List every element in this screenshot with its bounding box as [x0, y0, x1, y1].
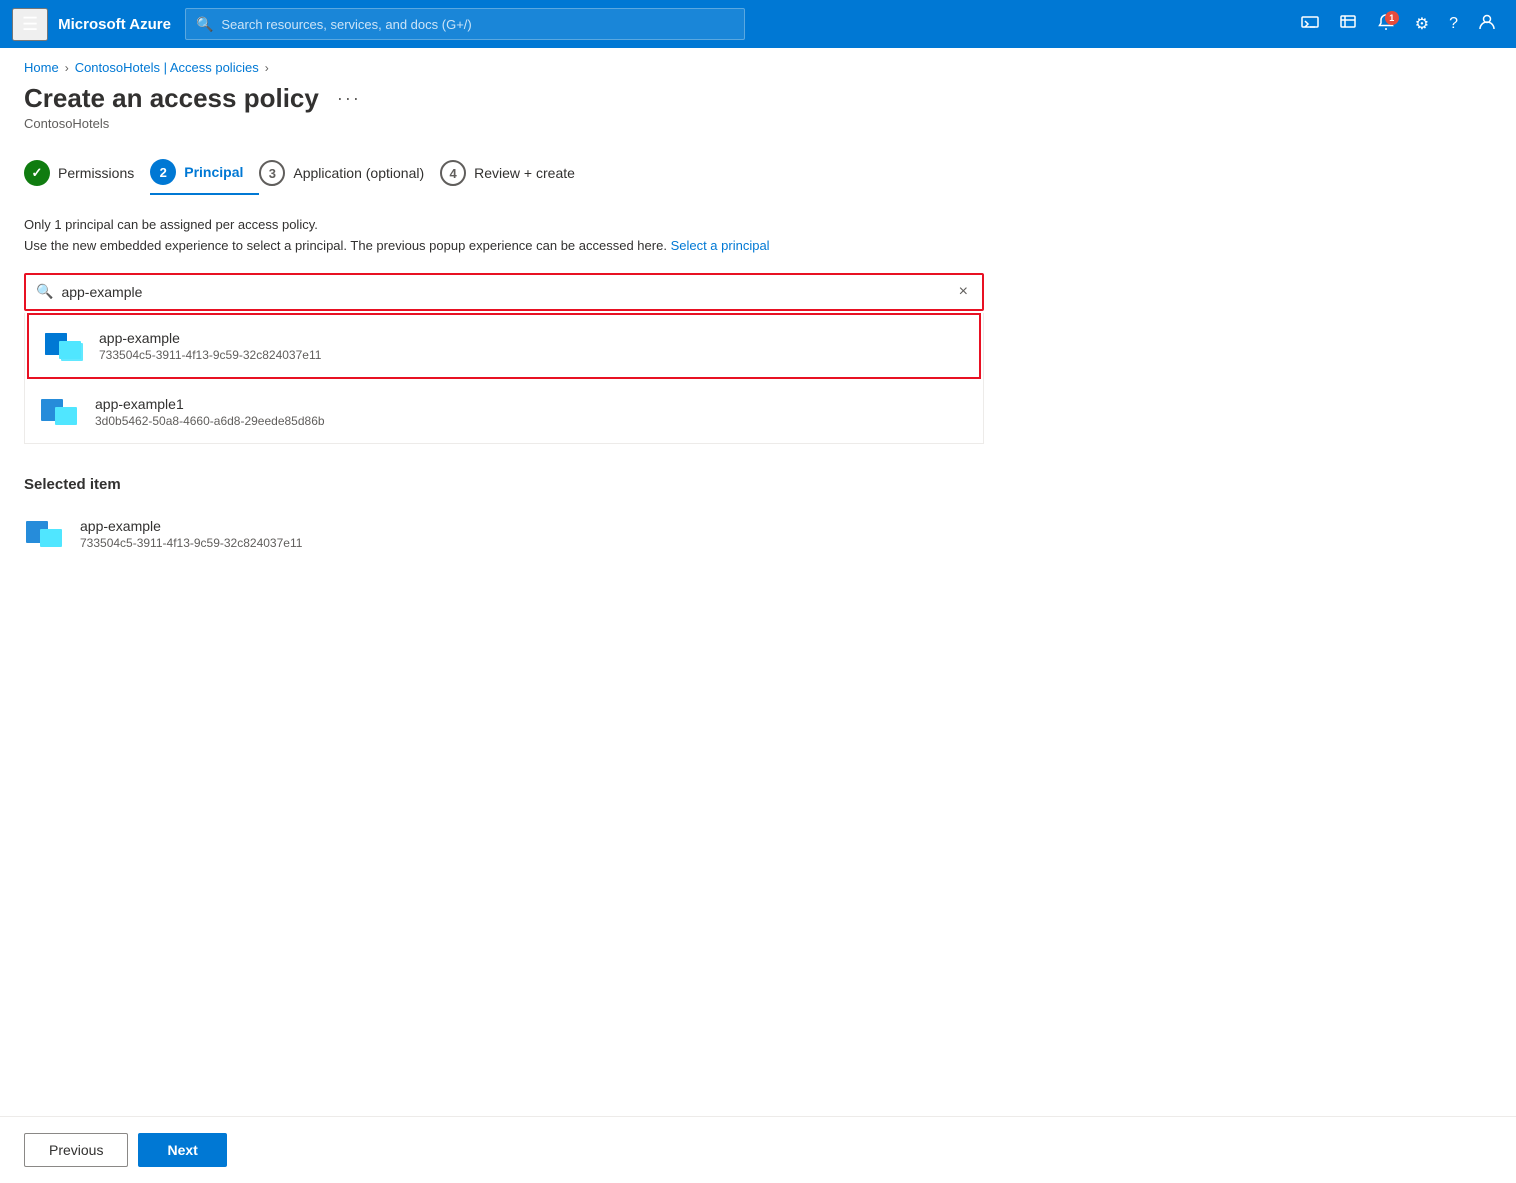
- select-principal-link[interactable]: Select a principal: [671, 238, 770, 253]
- breadcrumb: Home › ContosoHotels | Access policies ›: [0, 48, 1516, 75]
- selected-app-icon: [24, 513, 66, 555]
- step-label-1: Permissions: [58, 165, 134, 181]
- hamburger-menu-button[interactable]: ☰: [12, 8, 48, 41]
- page-header: Create an access policy ···: [0, 75, 1516, 114]
- wizard-step-permissions[interactable]: ✓ Permissions: [24, 152, 150, 194]
- breadcrumb-parent[interactable]: ContosoHotels | Access policies: [75, 60, 259, 75]
- search-clear-button[interactable]: ×: [955, 281, 972, 303]
- selected-item-id: 733504c5-3911-4f13-9c59-32c824037e11: [80, 536, 1492, 550]
- selected-item-info: app-example 733504c5-3911-4f13-9c59-32c8…: [80, 518, 1492, 550]
- top-navigation: ☰ Microsoft Azure 🔍 1 ⚙ ?: [0, 0, 1516, 48]
- global-search-box[interactable]: 🔍: [185, 8, 745, 40]
- step-circle-4: 4: [440, 160, 466, 186]
- breadcrumb-home[interactable]: Home: [24, 60, 59, 75]
- info-line-1: Only 1 principal can be assigned per acc…: [24, 215, 1492, 236]
- selected-item-name: app-example: [80, 518, 1492, 534]
- page-more-button[interactable]: ···: [331, 86, 367, 111]
- step-circle-3: 3: [259, 160, 285, 186]
- result-info-2: app-example1 3d0b5462-50a8-4660-a6d8-29e…: [95, 396, 969, 428]
- notifications-button[interactable]: 1: [1369, 7, 1403, 42]
- step-label-3: Application (optional): [293, 165, 424, 181]
- app-icon-2: [39, 391, 81, 433]
- step-label-2: Principal: [184, 164, 243, 180]
- step-label-4: Review + create: [474, 165, 575, 181]
- breadcrumb-sep-1: ›: [65, 61, 69, 75]
- selected-item-display: app-example 733504c5-3911-4f13-9c59-32c8…: [24, 507, 1492, 561]
- main-content: Only 1 principal can be assigned per acc…: [0, 195, 1516, 661]
- info-text: Only 1 principal can be assigned per acc…: [24, 215, 1492, 257]
- info-line-2: Use the new embedded experience to selec…: [24, 236, 1492, 257]
- topnav-right-actions: 1 ⚙ ?: [1293, 7, 1504, 42]
- result-id-1: 733504c5-3911-4f13-9c59-32c824037e11: [99, 348, 965, 362]
- next-button[interactable]: Next: [138, 1133, 226, 1167]
- principal-search-input[interactable]: [61, 284, 946, 300]
- result-item-selected[interactable]: app-example 733504c5-3911-4f13-9c59-32c8…: [27, 313, 981, 379]
- search-input-row: 🔍 ×: [26, 275, 982, 309]
- info-line-2-text: Use the new embedded experience to selec…: [24, 238, 671, 253]
- breadcrumb-sep-2: ›: [265, 61, 269, 75]
- selected-section-title: Selected item: [24, 476, 1492, 493]
- azure-logo: Microsoft Azure: [58, 16, 171, 33]
- result-name-1: app-example: [99, 330, 965, 346]
- step-circle-1: ✓: [24, 160, 50, 186]
- wizard-step-principal[interactable]: 2 Principal: [150, 151, 259, 195]
- result-id-2: 3d0b5462-50a8-4660-a6d8-29eede85d86b: [95, 414, 969, 428]
- app-icon-1: [43, 325, 85, 367]
- step-circle-2: 2: [150, 159, 176, 185]
- result-name-2: app-example1: [95, 396, 969, 412]
- search-icon: 🔍: [196, 16, 213, 33]
- global-search-input[interactable]: [221, 17, 734, 32]
- selected-item-section: Selected item app-example 733504c5-3911-…: [24, 476, 1492, 561]
- page-title: Create an access policy: [24, 83, 319, 114]
- previous-button[interactable]: Previous: [24, 1133, 128, 1167]
- page-subtitle: ContosoHotels: [0, 114, 1516, 131]
- notification-count: 1: [1385, 11, 1399, 25]
- help-button[interactable]: ?: [1441, 9, 1466, 39]
- principal-search-area: 🔍 ×: [24, 273, 984, 311]
- result-info-1: app-example 733504c5-3911-4f13-9c59-32c8…: [99, 330, 965, 362]
- wizard-step-review[interactable]: 4 Review + create: [440, 152, 591, 194]
- directory-button[interactable]: [1331, 7, 1365, 42]
- profile-button[interactable]: [1470, 7, 1504, 42]
- wizard-step-application[interactable]: 3 Application (optional): [259, 152, 440, 194]
- result-item-2[interactable]: app-example1 3d0b5462-50a8-4660-a6d8-29e…: [25, 381, 983, 443]
- footer-bar: Previous Next: [0, 1116, 1516, 1183]
- cloud-shell-button[interactable]: [1293, 7, 1327, 42]
- settings-button[interactable]: ⚙: [1407, 8, 1437, 40]
- search-results-list: app-example 733504c5-3911-4f13-9c59-32c8…: [24, 313, 984, 444]
- search-input-icon: 🔍: [36, 283, 53, 300]
- wizard-steps: ✓ Permissions 2 Principal 3 Application …: [0, 131, 1516, 195]
